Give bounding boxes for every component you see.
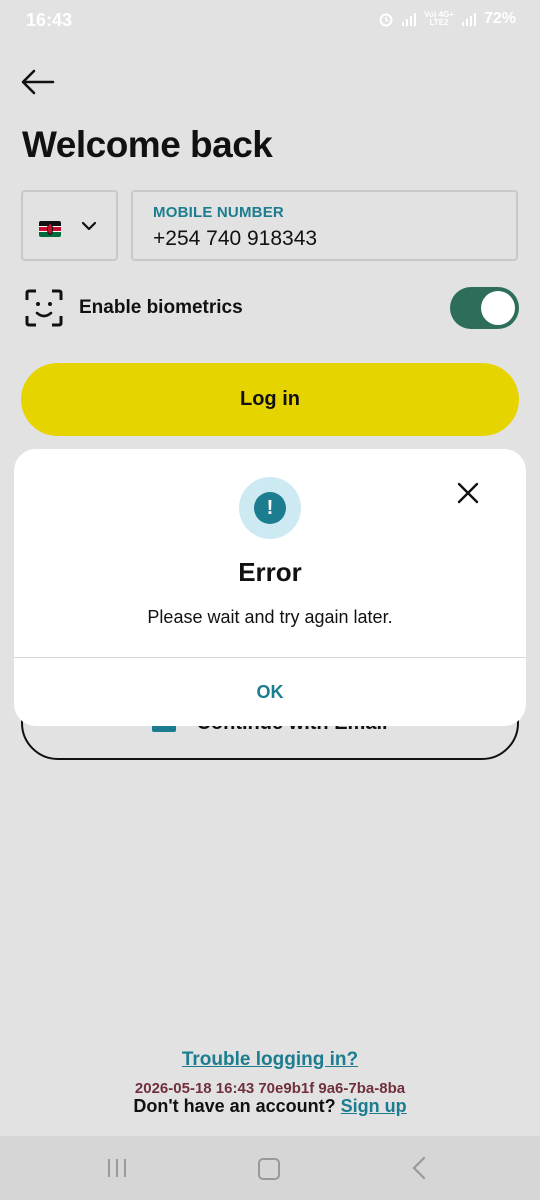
- system-nav-bar: [0, 1136, 540, 1200]
- biometrics-toggle[interactable]: [450, 287, 519, 329]
- error-dialog: ! Error Please wait and try again later.…: [14, 449, 526, 726]
- page-title: Welcome back: [22, 124, 273, 165]
- signup-row: Don't have an account? Sign up: [0, 1096, 540, 1117]
- sign-up-link[interactable]: Sign up: [341, 1096, 407, 1116]
- login-button[interactable]: Log in: [21, 363, 519, 436]
- dialog-title: Error: [238, 557, 302, 587]
- signal-icon: [402, 12, 417, 26]
- chevron-down-icon: [81, 221, 97, 231]
- network-type: Vo) 4G+ LTE2: [424, 11, 454, 27]
- alarm-icon: [379, 13, 393, 27]
- close-icon[interactable]: [456, 481, 480, 505]
- signal-icon-2: [461, 12, 476, 26]
- home-icon[interactable]: [258, 1158, 280, 1180]
- no-account-text: Don't have an account?: [133, 1096, 336, 1116]
- ok-button[interactable]: OK: [14, 658, 526, 726]
- alert-icon: !: [239, 477, 301, 539]
- arrow-left-icon: [21, 69, 55, 95]
- mobile-number-value[interactable]: +254 740 918343: [153, 227, 317, 251]
- status-icons: Vo) 4G+ LTE2 72%: [378, 10, 516, 28]
- mobile-number-label: MOBILE NUMBER: [153, 204, 284, 221]
- back-button[interactable]: [20, 66, 56, 98]
- network-bottom-label: LTE2: [429, 18, 449, 27]
- status-time: 16:43: [26, 10, 73, 30]
- watermark-stamp: 2026-05-18 16:43 70e9b1f 9a6-7ba-8ba: [134, 1080, 406, 1097]
- face-id-icon: [25, 289, 63, 327]
- mobile-number-field[interactable]: MOBILE NUMBER +254 740 918343: [131, 190, 518, 261]
- kenya-flag-icon: [39, 221, 61, 237]
- status-bar: 16:43 Vo) 4G+ LTE2 72%: [0, 0, 540, 40]
- recents-icon[interactable]: [106, 1158, 128, 1178]
- alert-icon-mark: !: [254, 492, 286, 524]
- biometrics-label: Enable biometrics: [79, 297, 243, 318]
- battery-percent: 72%: [483, 10, 516, 27]
- dialog-message: Please wait and try again later.: [147, 607, 393, 627]
- toggle-knob: [481, 291, 515, 325]
- country-code-select[interactable]: [21, 190, 118, 261]
- trouble-logging-in-link[interactable]: Trouble logging in?: [0, 1049, 540, 1071]
- nav-back-icon[interactable]: [410, 1156, 428, 1180]
